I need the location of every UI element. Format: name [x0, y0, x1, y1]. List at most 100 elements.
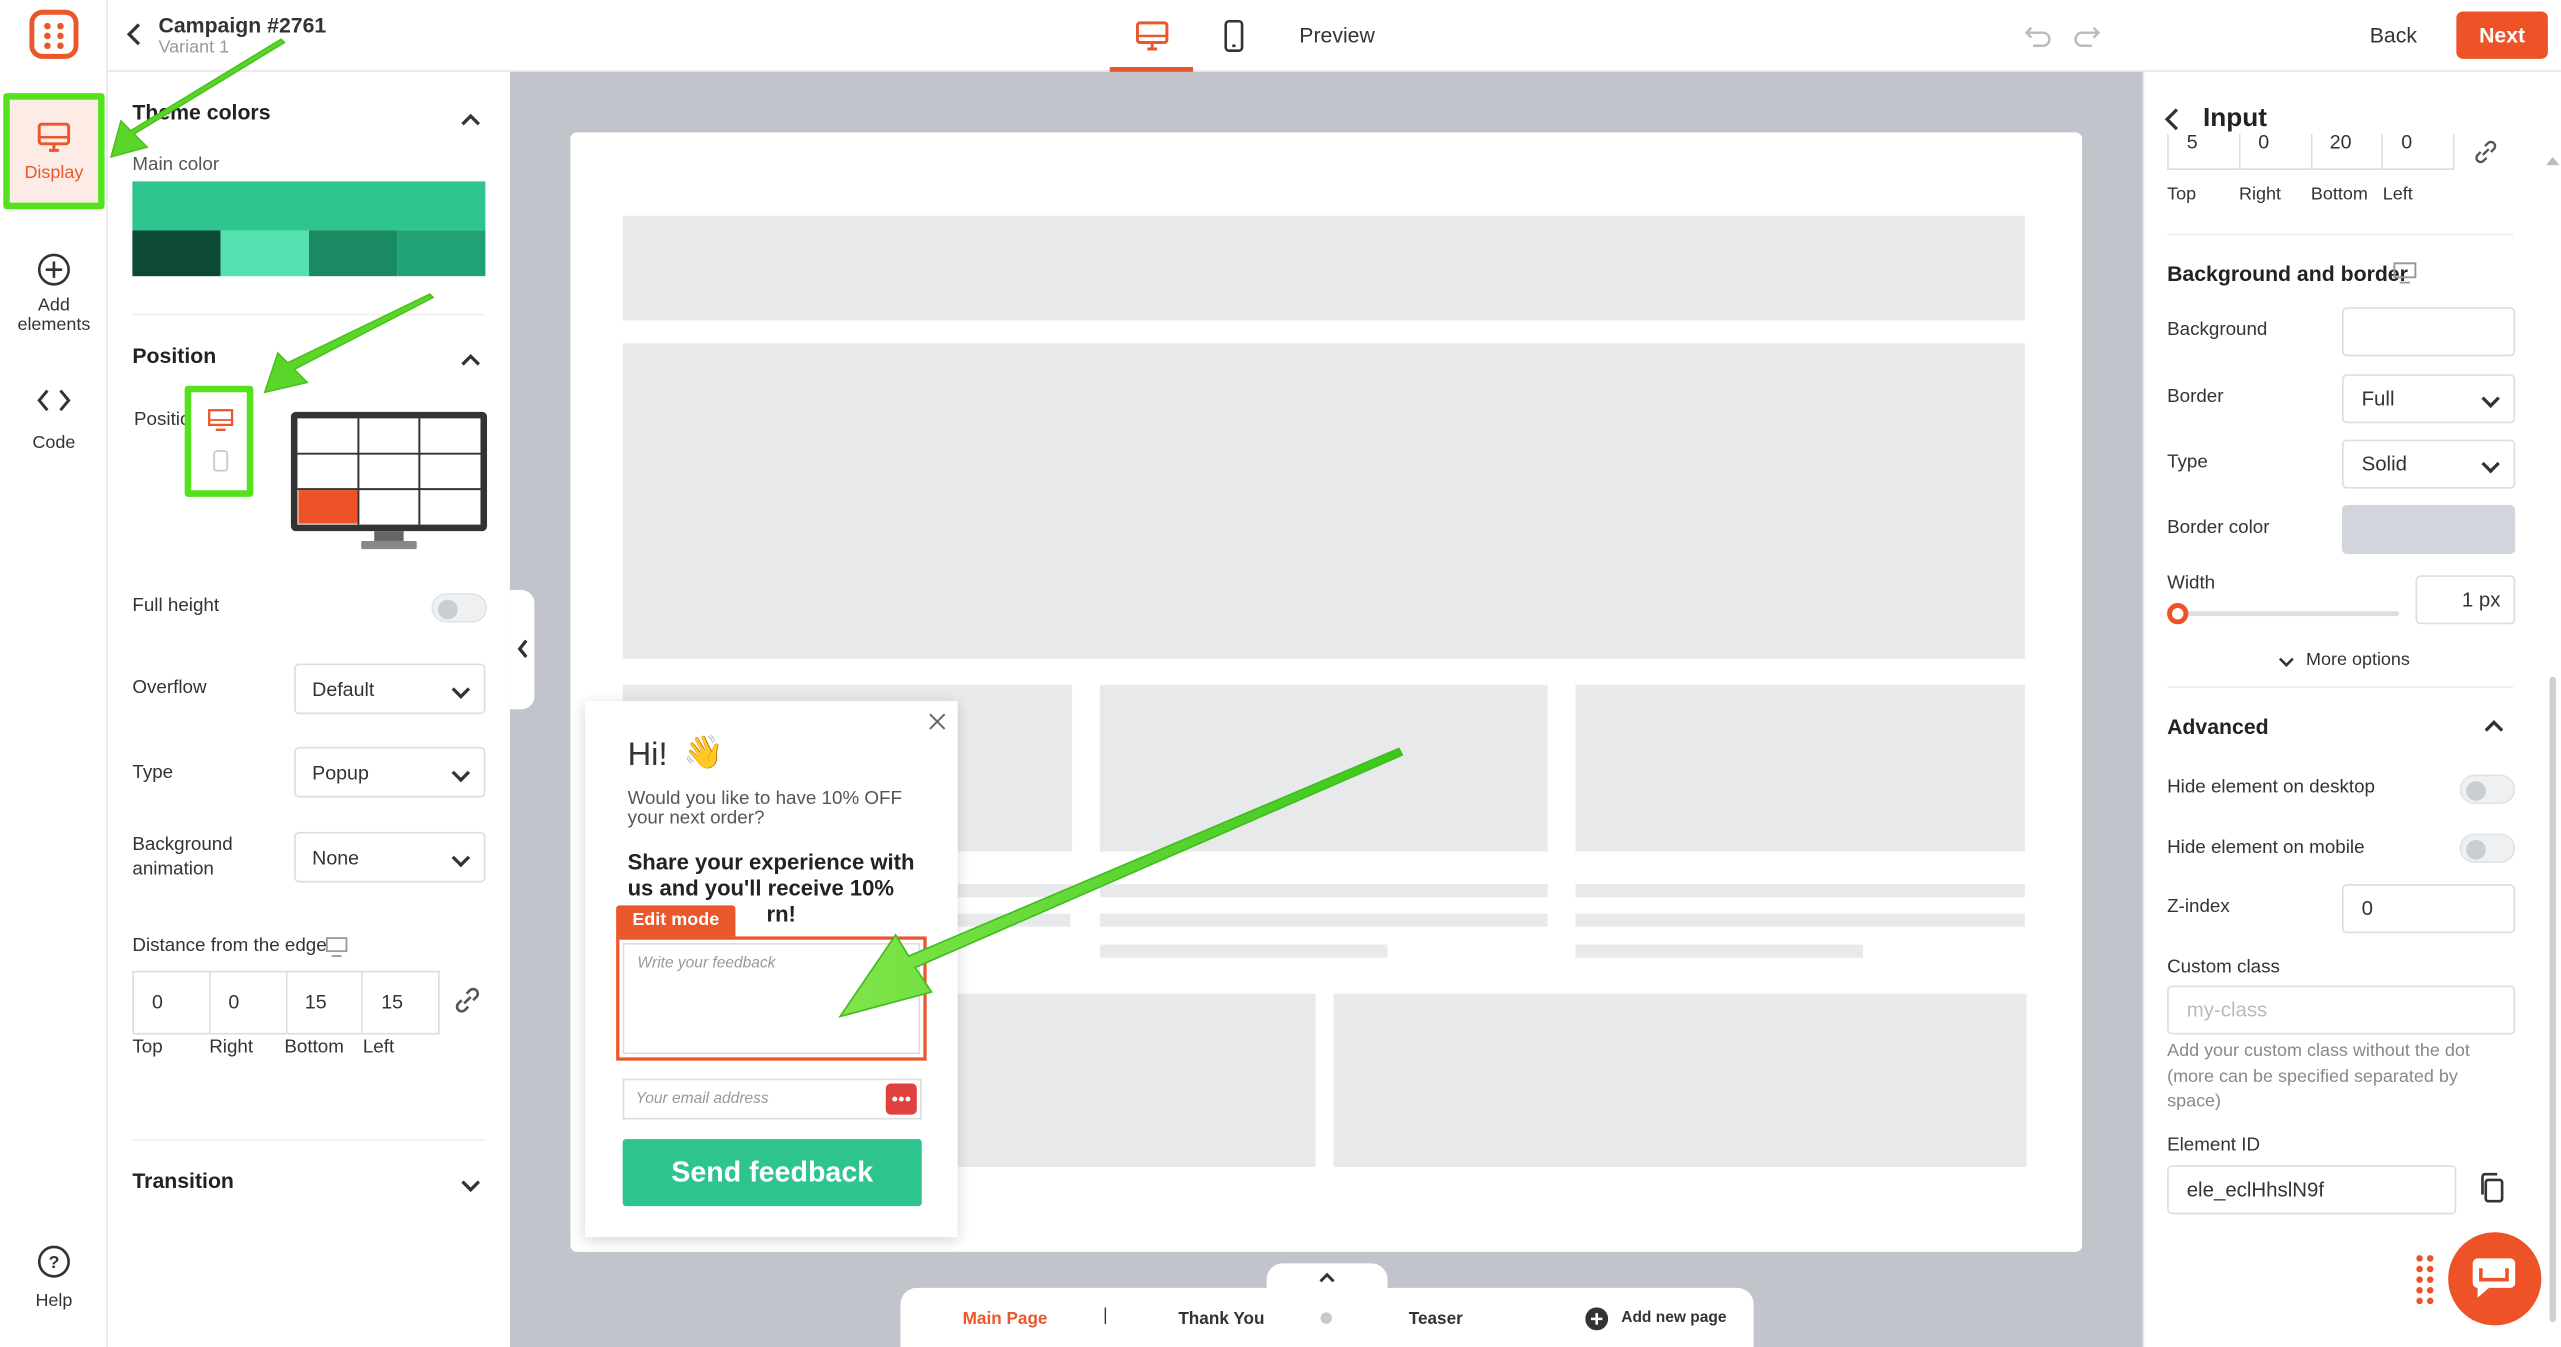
feedback-popup[interactable]: Hi! 👋 Would you like to have 10% OFF you…	[585, 701, 958, 1238]
zindex-input[interactable]: 0	[2341, 884, 2516, 934]
desktop-view-icon[interactable]	[1134, 20, 1170, 53]
panel-scrollbar[interactable]	[2549, 676, 2557, 1323]
redo-icon[interactable]	[2072, 23, 2101, 49]
palette-swatch[interactable]	[397, 230, 486, 277]
full-height-toggle[interactable]	[431, 593, 488, 623]
placeholder-line	[1099, 913, 1548, 927]
hide-desktop-toggle[interactable]	[2459, 774, 2516, 805]
undo-icon[interactable]	[2023, 23, 2052, 49]
tab-thank-you[interactable]: Thank You	[1178, 1309, 1264, 1329]
add-new-page-button[interactable]: Add new page	[1621, 1309, 1726, 1327]
padding-top-input[interactable]: 5	[2167, 134, 2241, 170]
distance-label: Distance from the edge	[132, 936, 327, 957]
width-slider-track[interactable]	[2167, 611, 2400, 617]
padding-bottom-input[interactable]: 20	[2311, 134, 2384, 170]
link-icon[interactable]	[451, 984, 484, 1017]
full-height-label: Full height	[132, 596, 220, 617]
chat-support-button[interactable]	[2448, 1232, 2542, 1326]
mobile-view-icon[interactable]	[1222, 19, 1245, 53]
chevron-up-icon[interactable]	[461, 113, 481, 126]
background-color-input[interactable]	[2341, 307, 2516, 357]
position-cell-selected[interactable]	[298, 490, 358, 524]
position-grid-monitor[interactable]	[289, 410, 488, 554]
element-id-input[interactable]: ele_eclHhslN9f	[2167, 1165, 2457, 1215]
overflow-label: Overflow	[132, 678, 207, 698]
overflow-select[interactable]: Default	[294, 663, 486, 715]
tab-teaser[interactable]: Teaser	[1409, 1309, 1463, 1329]
distance-bottom-label: Bottom	[284, 1037, 344, 1058]
background-animation-label: Background animation	[132, 833, 232, 882]
width-input[interactable]: 1 px	[2415, 575, 2516, 625]
email-placeholder: Your email address	[635, 1090, 769, 1109]
chevron-left-icon	[517, 639, 528, 659]
distance-inputs: 0 0 15 15	[132, 970, 440, 1035]
zindex-label: Z-index	[2167, 897, 2230, 917]
edit-mode-badge: Edit mode	[616, 905, 736, 937]
add-page-icon[interactable]	[1585, 1307, 1609, 1331]
campaign-title: Campaign #2761	[158, 13, 327, 38]
element-panel-title: Input	[2203, 104, 2267, 133]
main-color-swatch[interactable]	[132, 181, 486, 231]
border-label: Border	[2167, 387, 2224, 407]
placeholder-block	[1099, 684, 1548, 852]
more-options-button[interactable]: More options	[2306, 650, 2410, 670]
distance-right-input[interactable]: 0	[210, 970, 287, 1035]
palette-swatch[interactable]	[220, 230, 309, 277]
border-color-swatch[interactable]	[2341, 504, 2516, 555]
palette-swatch[interactable]	[132, 230, 221, 277]
password-manager-icon[interactable]	[885, 1083, 917, 1115]
bold-line-1: Share your experience with	[627, 849, 915, 875]
top-bar: Campaign #2761 Variant 1 Preview Back Ne…	[107, 0, 2561, 72]
chevron-up-icon[interactable]	[461, 353, 481, 366]
distance-top-input[interactable]: 0	[132, 970, 211, 1035]
variant-label: Variant 1	[158, 37, 230, 58]
width-slider-handle[interactable]	[2167, 603, 2189, 625]
divider	[132, 1139, 486, 1141]
placeholder-line	[1099, 884, 1548, 898]
collapse-panel-handle[interactable]	[509, 589, 535, 710]
distance-left-input[interactable]: 15	[363, 970, 440, 1035]
popup-offer-text[interactable]: Would you like to have 10% OFF your next…	[628, 789, 902, 828]
tab-main-page[interactable]: Main Page	[963, 1309, 1048, 1329]
next-button[interactable]: Next	[2456, 11, 2548, 59]
email-input[interactable]: Your email address	[622, 1078, 922, 1120]
chevron-down-icon[interactable]	[461, 1180, 481, 1193]
left-rail: Display Add elements Code ? Help	[0, 0, 108, 1347]
rail-add-elements-button[interactable]: Add elements	[0, 252, 108, 335]
page-tabs-bar: Main Page | Thank You Teaser Add new pag…	[900, 1287, 1754, 1347]
tab-separator: |	[1103, 1305, 1108, 1326]
link-icon[interactable]	[2471, 137, 2500, 166]
app-logo-icon[interactable]	[29, 9, 79, 59]
close-icon[interactable]	[928, 713, 946, 731]
rail-code-button[interactable]: Code	[0, 386, 108, 453]
distance-bottom-input[interactable]: 15	[286, 970, 364, 1035]
back-chevron-icon[interactable]	[2164, 108, 2180, 131]
chevron-up-icon[interactable]	[2484, 719, 2504, 732]
width-unit: px	[2478, 588, 2501, 612]
padding-right-input[interactable]: 0	[2240, 134, 2312, 170]
background-animation-select[interactable]: None	[294, 831, 486, 883]
back-button[interactable]: Back	[2370, 23, 2417, 48]
feedback-field-selected[interactable]: Write your feedback	[616, 936, 927, 1061]
placeholder-block	[1333, 993, 2027, 1167]
feedback-textarea[interactable]: Write your feedback	[622, 942, 921, 1055]
palette-swatch[interactable]	[308, 230, 398, 277]
drag-grip-icon[interactable]	[2415, 1254, 2435, 1306]
border-type-select[interactable]: Solid	[2341, 439, 2516, 489]
padding-left-input[interactable]: 0	[2383, 134, 2455, 170]
back-chevron-icon[interactable]	[124, 23, 144, 46]
transition-heading: Transition	[132, 1168, 234, 1194]
custom-class-input[interactable]: my-class	[2167, 985, 2516, 1035]
preview-button[interactable]: Preview	[1299, 23, 1375, 48]
popup-greeting[interactable]: Hi!	[628, 737, 668, 775]
type-select[interactable]: Popup	[294, 746, 486, 798]
rail-help-label: Help	[35, 1291, 73, 1311]
chevron-down-icon[interactable]	[2278, 657, 2294, 668]
border-select[interactable]: Full	[2341, 374, 2516, 424]
copy-icon[interactable]	[2478, 1172, 2507, 1205]
send-feedback-button[interactable]: Send feedback	[622, 1139, 922, 1207]
rail-help-button[interactable]: ? Help	[0, 1244, 108, 1311]
overflow-value: Default	[312, 678, 375, 702]
hide-mobile-toggle[interactable]	[2459, 833, 2516, 863]
scroll-up-arrow[interactable]	[2546, 156, 2560, 166]
